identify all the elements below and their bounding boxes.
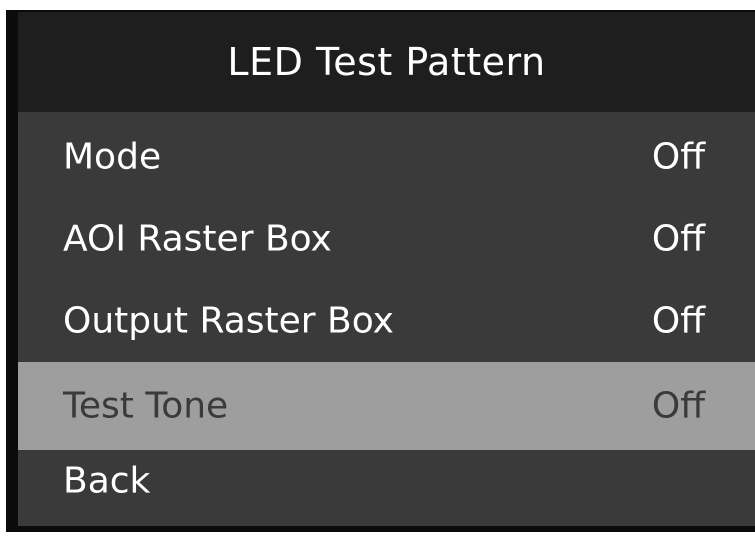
menu-item-label: Output Raster Box	[63, 300, 394, 342]
menu-item-value: Off	[651, 218, 705, 260]
osd-menu: LED Test Pattern Mode Off AOI Raster Box…	[6, 10, 755, 532]
menu-title: LED Test Pattern	[227, 40, 546, 84]
menu-title-bar: LED Test Pattern	[18, 12, 755, 112]
screen-frame: LED Test Pattern Mode Off AOI Raster Box…	[0, 0, 755, 536]
menu-item-label: Mode	[63, 136, 162, 178]
menu-item-value: Off	[651, 300, 705, 342]
menu-item-value: Off	[651, 385, 705, 427]
menu-item-label: AOI Raster Box	[63, 218, 332, 260]
menu-item-test-tone[interactable]: Test Tone Off	[18, 362, 755, 450]
menu-item-aoi-raster-box[interactable]: AOI Raster Box Off	[18, 198, 755, 280]
menu-item-label: Test Tone	[63, 385, 229, 427]
menu-item-mode[interactable]: Mode Off	[18, 116, 755, 198]
menu-item-back[interactable]: Back	[18, 440, 755, 522]
menu-item-output-raster-box[interactable]: Output Raster Box Off	[18, 280, 755, 362]
menu-item-label: Back	[63, 460, 151, 502]
menu-item-value: Off	[651, 136, 705, 178]
